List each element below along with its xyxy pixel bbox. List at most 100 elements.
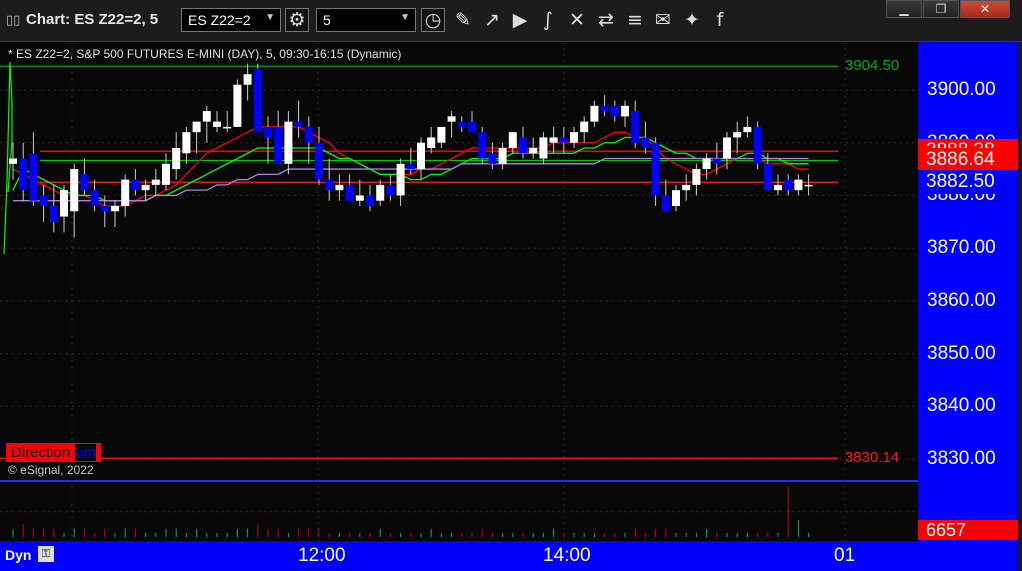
chart-area[interactable]: * ES Z22=2, S&P 500 FUTURES E-MINI (DAY)… [0,42,918,541]
candle-body [386,184,395,196]
price-axis-label: 3830.00 [927,448,996,469]
time-label-1200: 12:00 [298,545,346,566]
candle-body [264,126,272,138]
price-tag: 3882.50 [918,170,1022,195]
formula-icon[interactable]: ∫ [536,8,560,32]
candle-body [600,105,609,112]
line-chart-icon[interactable]: ↗ [480,8,504,32]
candle-body [192,121,201,133]
candle-body [294,121,303,127]
candle-body [345,184,354,201]
price-axis-label: 3900.00 [927,79,996,100]
candle-body [427,137,436,148]
interval-value: 5 [323,12,331,28]
time-label-1400: 14:00 [543,545,591,566]
facebook-icon[interactable]: f [708,8,732,32]
candle-body [478,132,487,159]
restore-button[interactable]: ❐ [923,0,959,18]
window-border [1018,42,1022,571]
candle-body [692,169,701,185]
interval-select[interactable]: 5 ▼ [316,8,416,32]
candle-body [457,121,466,127]
candle-body [447,116,456,122]
symbol-select[interactable]: ES Z22=2 ▼ [181,8,281,32]
candle-body [621,105,629,117]
candle-body [60,190,68,217]
candle-body [610,105,619,117]
time-label-01: 01 [834,545,856,566]
candle-body [274,126,283,164]
candle-body [213,121,221,127]
price-axis-label: 3840.00 [927,395,996,417]
candle-body [712,158,721,164]
volume-tag: 6657 [918,520,1022,540]
candle-body [590,105,599,122]
candle-body [437,126,446,143]
candle-body [396,163,405,196]
candle-body [508,132,517,148]
candle-body [498,147,507,164]
pencil-icon[interactable]: ✎ [451,8,475,32]
chart-header: * ES Z22=2, S&P 500 FUTURES E-MINI (DAY)… [8,47,402,61]
time-icon[interactable]: ◷ [421,8,445,32]
chat-icon[interactable]: ✉ [651,8,675,32]
close-button[interactable]: ✕ [960,0,1010,18]
level-high-label: 3904.50 [845,57,900,75]
candle-body [243,74,252,85]
candle-body [284,121,293,164]
candle-body [702,158,711,170]
dynamic-mode-label[interactable]: Dyn [5,547,31,563]
ma-start-spike [3,61,13,255]
price-axis-label: 3870.00 [927,237,996,259]
candle-body [100,205,109,212]
candle-body [549,137,558,143]
time-axis[interactable]: Dyn ⚿ 12:00 14:00 01 [0,541,918,571]
candle-body [172,147,181,170]
candle-body [111,205,119,212]
candle-body [233,84,242,127]
candle-body [519,137,527,154]
candle-body [376,184,385,201]
candle-body [468,121,476,133]
candle-body [253,68,262,133]
candle-body [529,147,538,154]
candle-body [355,195,364,201]
candle-body [90,190,99,206]
candle-body [580,121,589,133]
candle-body [223,126,232,129]
candle-body [131,179,140,191]
candle-body [641,137,650,148]
candle-body [733,132,742,138]
candle-body [753,126,762,164]
candle-body [325,179,334,191]
chevron-down-icon: ▼ [265,12,275,23]
window-title: Chart: ES Z22=2, 5 [26,11,159,28]
link-icon[interactable]: ⇄ [594,8,618,32]
candle-body [804,184,813,187]
direction-label: Direction om [6,443,102,462]
level-low-label: 3830.14 [845,449,900,467]
list-icon[interactable]: ≡ [623,8,647,32]
candle-body [366,195,374,206]
price-axis[interactable]: 3900.003890.003880.003870.003860.003850.… [918,42,1022,541]
direction-text: Direction [11,444,71,461]
price-tag: 3886.64 [918,148,1022,173]
chevron-down-icon: ▼ [400,12,410,23]
candle-body [39,195,48,206]
twitter-icon[interactable]: ✦ [680,8,704,32]
play-icon[interactable]: ▶ [508,8,532,32]
candle-body [19,158,28,191]
candle-body [141,184,150,191]
price-chart [0,42,918,541]
candle-body [162,163,170,185]
clock-settings-icon[interactable]: ⚙ [285,8,309,32]
candle-body [774,184,782,191]
x-circle-icon[interactable]: ✕ [565,8,589,32]
candle-body [202,111,211,122]
candle-body [559,137,568,143]
candle-body [743,126,752,133]
candle-body [182,132,191,154]
title-bar: ▯▯ Chart: ES Z22=2, 5 ES Z22=2 ▼ ⚙ 5 ▼ ◷… [0,0,1022,42]
minimize-button[interactable]: ▁ [886,0,922,18]
lock-icon[interactable]: ⚿ [38,546,54,562]
